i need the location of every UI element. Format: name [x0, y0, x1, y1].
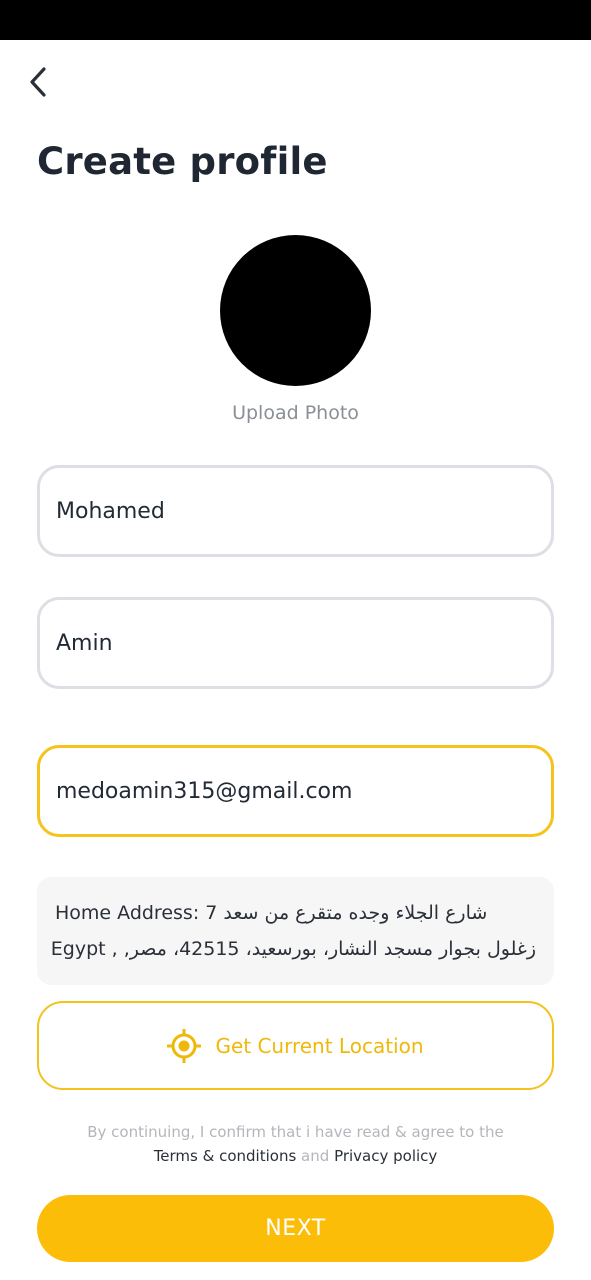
- email-input[interactable]: [56, 778, 535, 804]
- status-bar: [0, 0, 591, 40]
- first-name-input[interactable]: [56, 498, 535, 524]
- back-button[interactable]: [18, 60, 58, 104]
- page-title: Create profile: [37, 140, 328, 183]
- avatar-upload[interactable]: [220, 235, 371, 386]
- address-line-2: زغلول بجوار مسجد النشار، بورسعيد، 42515،…: [50, 938, 536, 960]
- email-field[interactable]: [37, 745, 554, 837]
- terms-conjunction: and: [301, 1147, 330, 1165]
- last-name-field[interactable]: [37, 597, 554, 689]
- terms-prefix: By continuing, I confirm that i have rea…: [87, 1123, 504, 1141]
- last-name-input[interactable]: [56, 630, 535, 656]
- get-current-location-label: Get Current Location: [215, 1033, 424, 1058]
- first-name-field[interactable]: [37, 465, 554, 557]
- address-display: Home Address: 7 شارع الجلاء وجده متقرع م…: [37, 877, 554, 985]
- terms-notice: By continuing, I confirm that i have rea…: [0, 1120, 591, 1168]
- next-button[interactable]: NEXT: [37, 1195, 554, 1262]
- chevron-left-icon: [30, 67, 46, 97]
- terms-conditions-link[interactable]: Terms & conditions: [154, 1147, 297, 1165]
- get-current-location-button[interactable]: Get Current Location: [37, 1001, 554, 1090]
- target-location-icon: [167, 1028, 202, 1063]
- upload-photo-label[interactable]: Upload Photo: [0, 402, 591, 424]
- privacy-policy-link[interactable]: Privacy policy: [334, 1147, 437, 1165]
- address-line-1: Home Address: 7 شارع الجلاء وجده متقرع م…: [55, 902, 488, 924]
